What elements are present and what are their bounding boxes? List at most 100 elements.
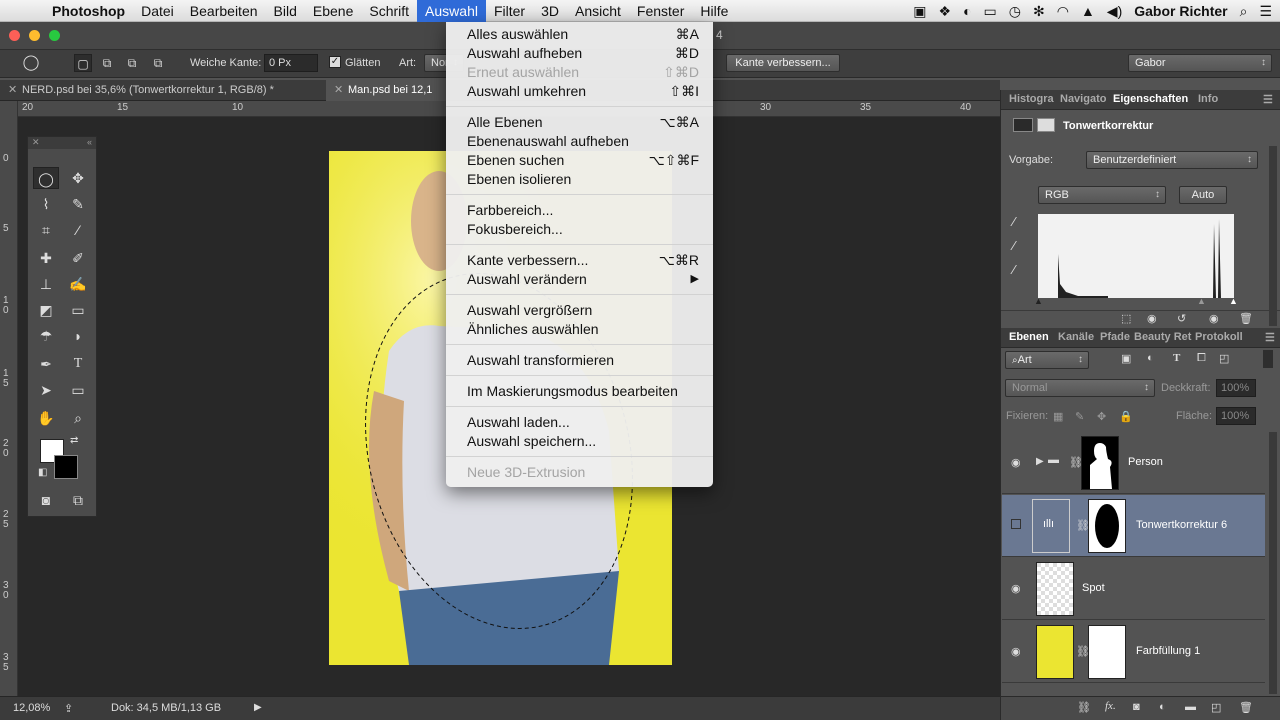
menu-item-similar[interactable]: Ähnliches auswählen [446,320,713,339]
menu-hilfe[interactable]: Hilfe [692,0,736,22]
add-mask-icon[interactable]: ◙ [1133,701,1140,713]
menu-item-color-range[interactable]: Farbbereich... [446,201,713,220]
filter-adjustment-icon[interactable]: ◐ [1147,352,1154,364]
menu-filter[interactable]: Filter [486,0,533,22]
brush-tool-icon[interactable]: ✐ [65,247,91,269]
close-tab-icon[interactable]: ✕ [8,80,17,101]
eraser-tool-icon[interactable]: ◩ [33,299,59,321]
opacity-input[interactable]: 100% [1216,379,1256,397]
subtract-selection-icon[interactable]: ⧉ [123,54,141,72]
background-color-swatch[interactable] [54,455,78,479]
layer-row-color-fill[interactable]: ◉ ⛓ Farbfüllung 1 [1002,621,1265,683]
tab-man[interactable]: ✕ Man.psd bei 12,1 [326,80,446,101]
menu-auswahl[interactable]: Auswahl [417,0,486,22]
gray-input-slider[interactable]: ▲ [1197,296,1206,306]
stamp-tool-icon[interactable]: ⊥ [33,273,59,295]
panel-menu-icon[interactable]: ☰ [1263,93,1273,106]
menu-item-refine-edge[interactable]: Kante verbessern... ⌥⌘R [446,251,713,270]
menu-item-focus-area[interactable]: Fokusbereich... [446,220,713,239]
tab-layers[interactable]: Ebenen [1009,331,1049,343]
tab-beauty-retouch[interactable]: Beauty Ret [1134,331,1191,343]
zoom-tool-icon[interactable]: ⌕ [65,407,91,429]
menu-item-save-selection[interactable]: Auswahl speichern... [446,432,713,451]
tab-navigator[interactable]: Navigato [1060,93,1106,105]
ellipse-marquee-tool-icon[interactable]: ◯ [33,167,59,189]
black-input-slider[interactable]: ▲ [1034,296,1043,306]
lock-all-icon[interactable]: 🔒 [1119,410,1133,423]
layers-scrollbar[interactable] [1269,432,1277,694]
hand-tool-icon[interactable]: ✋ [33,407,59,429]
menu-item-load-selection[interactable]: Auswahl laden... [446,413,713,432]
history-brush-tool-icon[interactable]: ✍ [65,273,91,295]
menu-item-deselect[interactable]: Auswahl aufheben ⌘D [446,44,713,63]
menu-item-isolate-layers[interactable]: Ebenen isolieren [446,170,713,189]
layer-row-levels-6[interactable]: ıllı ⛓ Tonwertkorrektur 6 [1002,495,1265,557]
add-selection-icon[interactable]: ⧉ [98,54,116,72]
menu-schrift[interactable]: Schrift [361,0,417,22]
filter-pixel-icon[interactable]: ▣ [1121,352,1131,365]
delete-layer-icon[interactable]: 🗑 [1239,701,1253,714]
visibility-eye-icon[interactable]: ◉ [1011,582,1021,595]
panel-menu-icon[interactable]: ☰ [1265,331,1275,344]
tab-paths[interactable]: Pfade [1100,331,1130,343]
zoom-level[interactable]: 12,08% [13,702,50,714]
link-layers-icon[interactable]: ⛓ [1077,701,1091,714]
delete-icon[interactable]: 🗑 [1239,312,1253,325]
menu-item-quick-mask[interactable]: Im Maskierungsmodus bearbeiten [446,382,713,401]
tab-history[interactable]: Protokoll [1195,331,1243,343]
visibility-toggle[interactable] [1011,519,1021,529]
lock-position-icon[interactable]: ✥ [1097,410,1106,423]
lasso-tool-icon[interactable]: ⌇ [33,193,59,215]
time-machine-icon[interactable]: ◷ [1009,3,1021,20]
layer-row-spot[interactable]: ◉ Spot [1002,558,1265,620]
menu-app[interactable]: Photoshop [44,0,133,22]
gray-point-eyedropper-icon[interactable]: ⁄ [1013,238,1015,253]
user-name[interactable]: Gabor Richter [1134,3,1227,19]
white-input-slider[interactable]: ▲ [1229,296,1238,306]
properties-scrollbar[interactable] [1269,146,1277,326]
new-adjustment-icon[interactable]: ◐ [1159,701,1166,713]
layer-row-person[interactable]: ◉ ▶ ▬ ⛓ Person [1002,432,1265,494]
filter-type-icon[interactable]: T [1173,352,1180,364]
menu-item-transform-selection[interactable]: Auswahl transformieren [446,351,713,370]
fill-input[interactable]: 100% [1216,407,1256,425]
lock-transparency-icon[interactable]: ▦ [1053,410,1063,423]
close-window-button[interactable] [9,30,20,41]
tab-info[interactable]: Info [1198,93,1218,105]
menu-3d[interactable]: 3D [533,0,567,22]
layer-mask-thumbnail[interactable] [1088,499,1126,553]
feather-input[interactable]: 0 Px [264,54,318,72]
white-point-eyedropper-icon[interactable]: ⁄ [1013,262,1015,277]
channel-select[interactable]: RGB [1038,186,1166,204]
elliptical-marquee-icon[interactable]: ◯ [22,54,40,72]
blend-mode-select[interactable]: Normal [1005,379,1155,397]
layer-mask-thumbnail[interactable] [1081,436,1119,490]
reset-icon[interactable]: ↺ [1177,312,1186,325]
minimize-window-button[interactable] [29,30,40,41]
healing-tool-icon[interactable]: ✚ [33,247,59,269]
notification-icon[interactable]: ☰ [1259,3,1272,20]
menu-fenster[interactable]: Fenster [629,0,692,22]
share-icon[interactable]: ⇪ [64,702,73,715]
blur-tool-icon[interactable]: ☂ [33,325,59,347]
visibility-icon[interactable]: ◉ [1209,312,1219,325]
menu-bild[interactable]: Bild [266,0,305,22]
intersect-selection-icon[interactable]: ⧉ [149,54,167,72]
menu-item-find-layers[interactable]: Ebenen suchen ⌥⇧⌘F [446,151,713,170]
menu-item-all-layers[interactable]: Alle Ebenen ⌥⌘A [446,113,713,132]
fill-color-thumbnail[interactable] [1036,625,1074,679]
menu-item-select-all[interactable]: Alles auswählen ⌘A [446,25,713,44]
menu-item-grow[interactable]: Auswahl vergrößern [446,301,713,320]
filter-shape-icon[interactable]: ⧠ [1197,352,1206,365]
screen-mode-icon[interactable]: ⧉ [65,489,91,511]
swap-colors-icon[interactable]: ⇄ [70,435,78,446]
menu-item-deselect-layers[interactable]: Ebenenauswahl aufheben [446,132,713,151]
expand-group-icon[interactable]: ▶ [1036,456,1044,467]
tools-panel-header[interactable]: ✕ « [28,137,96,149]
tab-properties[interactable]: Eigenschaften [1113,93,1188,105]
refine-edge-button[interactable]: Kante verbessern... [726,54,840,72]
view-previous-icon[interactable]: ◉ [1147,312,1157,325]
spotlight-icon[interactable]: ⌕ [1240,3,1248,20]
move-tool-icon[interactable]: ✥ [65,167,91,189]
layer-filter-select[interactable]: ⌕Art [1005,351,1089,369]
